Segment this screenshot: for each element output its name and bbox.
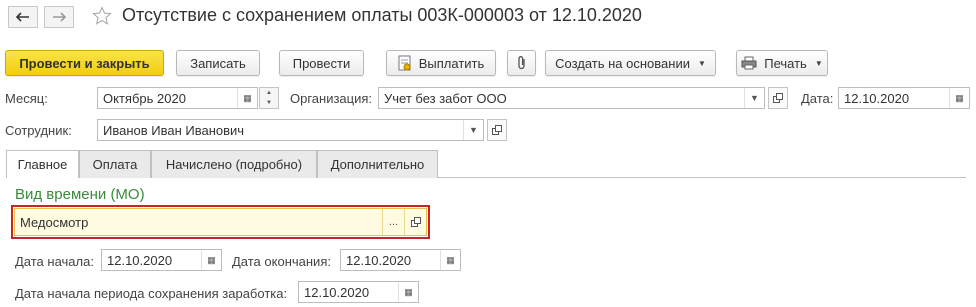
- employee-field[interactable]: Иванов Иван Иванович ▼: [97, 119, 484, 141]
- org-label: Организация:: [290, 91, 373, 106]
- date-label: Дата:: [801, 91, 834, 106]
- print-icon: [741, 56, 757, 70]
- org-field[interactable]: Учет без забот ООО ▼: [378, 87, 765, 109]
- forward-arrow-icon: [53, 12, 66, 22]
- tab-main[interactable]: Главное: [6, 150, 79, 178]
- calendar-icon[interactable]: ▦: [398, 282, 418, 302]
- dropdown-icon: ▼: [697, 58, 706, 68]
- time-type-field[interactable]: Медосмотр ...: [14, 208, 427, 236]
- month-field[interactable]: Октябрь 2020 ▦: [97, 87, 258, 109]
- month-spinner[interactable]: ▲ ▼: [259, 87, 279, 109]
- print-button[interactable]: Печать ▼: [736, 50, 828, 76]
- tab-payment[interactable]: Оплата: [79, 150, 151, 178]
- attach-icon: [517, 56, 525, 70]
- end-date-value: 12.10.2020: [346, 252, 412, 268]
- pay-button[interactable]: Выплатить: [386, 50, 496, 76]
- open-icon[interactable]: [404, 209, 426, 235]
- tab-additional[interactable]: Дополнительно: [317, 150, 438, 178]
- create-based-on-button[interactable]: Создать на основании ▼: [545, 50, 716, 76]
- employee-open-button[interactable]: [487, 119, 507, 141]
- pay-icon: [398, 55, 412, 71]
- calendar-icon[interactable]: ▦: [237, 88, 257, 108]
- calendar-icon[interactable]: ▦: [440, 250, 460, 270]
- dropdown-icon[interactable]: ▼: [744, 88, 764, 108]
- employee-value: Иванов Иван Иванович: [103, 122, 245, 138]
- section-title: Вид времени (МО): [15, 186, 145, 203]
- back-button[interactable]: [8, 6, 38, 28]
- post-label: Провести: [292, 55, 351, 71]
- back-arrow-icon: [16, 12, 29, 22]
- dropdown-icon: ▼: [814, 58, 823, 68]
- create-based-on-label: Создать на основании: [555, 55, 690, 71]
- star-icon[interactable]: [92, 6, 112, 26]
- post-and-close-button[interactable]: Провести и закрыть: [5, 50, 164, 76]
- dropdown-icon[interactable]: ▼: [463, 120, 483, 140]
- post-and-close-label: Провести и закрыть: [19, 55, 150, 71]
- open-icon: [492, 125, 502, 135]
- month-label: Месяц:: [5, 91, 48, 106]
- org-open-button[interactable]: [768, 87, 788, 109]
- post-button[interactable]: Провести: [279, 50, 364, 76]
- date-field[interactable]: 12.10.2020 ▦: [838, 87, 970, 109]
- month-value: Октябрь 2020: [103, 90, 186, 106]
- spin-down-icon[interactable]: ▼: [266, 100, 272, 106]
- save-button[interactable]: Записать: [176, 50, 260, 76]
- attach-button[interactable]: [507, 50, 536, 76]
- period-start-field[interactable]: 12.10.2020 ▦: [298, 281, 419, 303]
- open-icon: [773, 93, 783, 103]
- end-date-label: Дата окончания:: [232, 254, 331, 269]
- employee-label: Сотрудник:: [5, 123, 72, 138]
- calendar-icon[interactable]: ▦: [201, 250, 221, 270]
- print-label: Печать: [764, 55, 807, 71]
- save-label: Записать: [190, 55, 246, 71]
- start-date-field[interactable]: 12.10.2020 ▦: [101, 249, 222, 271]
- time-type-value: Медосмотр: [20, 214, 89, 230]
- start-date-value: 12.10.2020: [107, 252, 173, 268]
- calendar-icon[interactable]: ▦: [949, 88, 969, 108]
- end-date-field[interactable]: 12.10.2020 ▦: [340, 249, 461, 271]
- ellipsis-icon[interactable]: ...: [382, 209, 404, 235]
- date-value: 12.10.2020: [844, 90, 910, 106]
- spin-up-icon[interactable]: ▲: [266, 90, 272, 96]
- forward-button[interactable]: [44, 6, 74, 28]
- tab-accrued-detailed[interactable]: Начислено (подробно): [151, 150, 317, 178]
- start-date-label: Дата начала:: [15, 254, 94, 269]
- pay-label: Выплатить: [418, 55, 485, 71]
- period-start-label: Дата начала периода сохранения заработка…: [15, 286, 288, 301]
- org-value: Учет без забот ООО: [384, 90, 507, 106]
- period-start-value: 12.10.2020: [304, 284, 370, 300]
- page-title: Отсутствие с сохранением оплаты 003К-000…: [122, 5, 642, 25]
